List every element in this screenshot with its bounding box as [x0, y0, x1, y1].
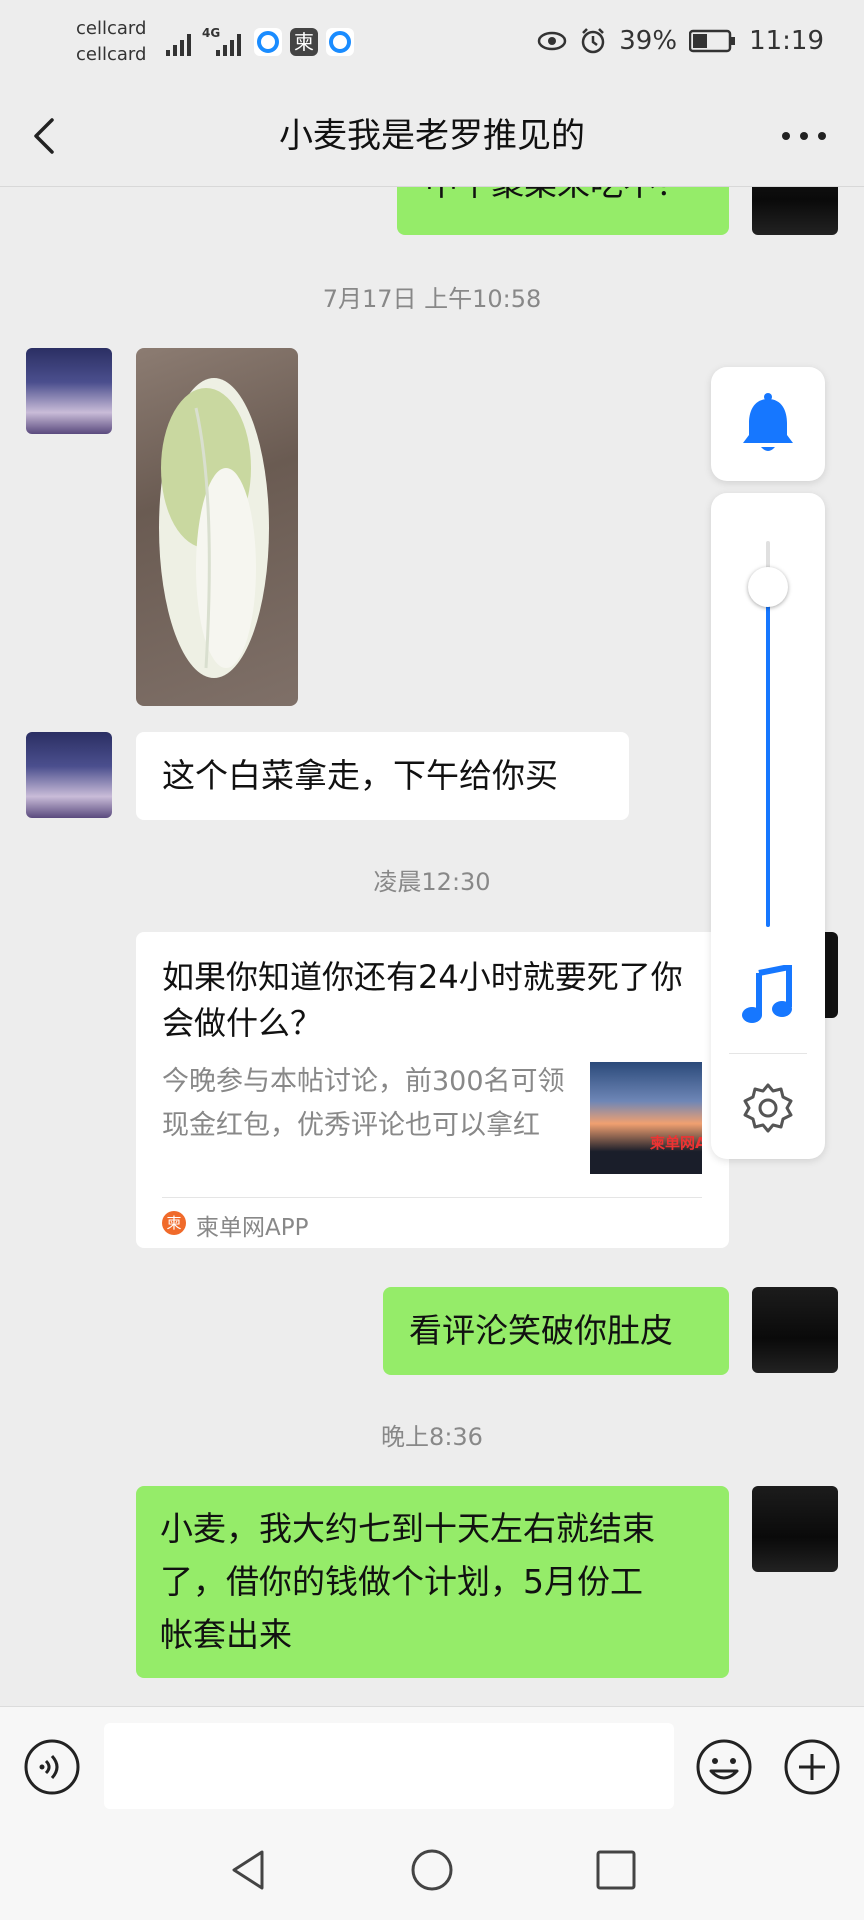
message-bubble-me[interactable]: 看评沦笑破你肚皮 [383, 1287, 729, 1375]
signal-icon-1 [166, 30, 196, 56]
panel-divider [729, 1053, 807, 1054]
volume-slider-thumb[interactable] [748, 567, 788, 608]
nav-back-button[interactable] [224, 1846, 272, 1894]
card-title: 如果你知道你还有24小时就要死了你会做什么？ [162, 958, 683, 1042]
carrier-2: cellcard [76, 44, 147, 65]
volume-fill [766, 587, 770, 927]
card-description: 今晚参与本帖讨论，前300名可领现金红包，优秀评论也可以拿红 [162, 1066, 565, 1141]
message-bubble-me[interactable]: 小麦，我大约七到十天左右就结束 了，借你的钱做个计划，5月份工 帐套出来 [136, 1486, 729, 1678]
nav-home-button[interactable] [408, 1846, 456, 1894]
source-icon: 柬 [162, 1211, 186, 1235]
more-button[interactable] [776, 112, 832, 160]
nav-recents-button[interactable] [592, 1846, 640, 1894]
ringer-mode-button[interactable] [711, 367, 825, 481]
timestamp: 7月17日 上午10:58 [322, 285, 542, 313]
avatar-other[interactable] [26, 732, 112, 818]
plus-circle-icon [784, 1739, 840, 1795]
card-thumbnail: 柬单网A [590, 1062, 702, 1174]
status-bar: cellcard cellcard 4G 柬 39% 11:19 [0, 0, 864, 86]
avatar-me[interactable] [752, 1486, 838, 1572]
link-card[interactable]: 如果你知道你还有24小时就要死了你会做什么？ 今晚参与本帖讨论，前300名可领现… [136, 932, 729, 1248]
chat-header: 小麦我是老罗推见的 [0, 86, 864, 187]
message-text: 这个白菜拿走，下午给你买 [162, 756, 558, 795]
message-text-line-3: 帐套出来 [160, 1615, 292, 1654]
voice-input-button[interactable] [22, 1737, 82, 1797]
message-bubble-partial[interactable]: 中午聚菜来吃不？ [397, 187, 729, 235]
signal-icon-2 [216, 30, 246, 56]
thumbnail-text: 柬单网A [650, 1134, 702, 1152]
timestamp: 晚上8:36 [381, 1423, 483, 1451]
app-badge-icon: 柬 [290, 28, 318, 56]
app-notification-icon-2 [326, 28, 354, 56]
message-bubble-other[interactable]: 这个白菜拿走，下午给你买 [136, 732, 629, 820]
volume-panel [711, 493, 825, 1159]
message-text-line-1: 小麦，我大约七到十天左右就结束 [160, 1509, 655, 1548]
eye-icon [538, 31, 567, 51]
music-note-icon[interactable] [741, 963, 795, 1025]
avatar-other[interactable] [26, 348, 112, 434]
cabbage-image [159, 378, 269, 678]
card-divider [162, 1197, 702, 1198]
settings-gear-icon[interactable] [741, 1081, 795, 1135]
square-recents-icon [596, 1850, 636, 1890]
card-source: 柬单网APP [196, 1215, 309, 1241]
back-button[interactable] [22, 112, 70, 160]
battery-icon [689, 29, 736, 53]
message-text-line-2: 了，借你的钱做个计划，5月份工 [160, 1562, 643, 1601]
app-notification-icon [254, 28, 282, 56]
add-more-button[interactable] [782, 1737, 842, 1797]
emoji-icon [696, 1739, 752, 1795]
emoji-button[interactable] [694, 1737, 754, 1797]
system-navigation-bar [0, 1826, 864, 1920]
image-message-cabbage[interactable] [136, 348, 298, 706]
bell-icon [743, 393, 793, 451]
voice-icon [24, 1739, 80, 1795]
message-text: 看评沦笑破你肚皮 [409, 1311, 673, 1350]
chat-title: 小麦我是老罗推见的 [279, 116, 585, 156]
avatar-me[interactable] [752, 187, 838, 235]
message-text: 中午聚菜来吃不？ [425, 187, 689, 210]
carrier-1: cellcard [76, 18, 147, 39]
battery-percent: 39% [619, 26, 678, 56]
message-input[interactable] [104, 1723, 674, 1809]
circle-home-icon [411, 1849, 453, 1891]
triangle-back-icon [232, 1850, 264, 1890]
more-dots-icon [782, 132, 826, 140]
clock: 11:19 [749, 26, 824, 56]
back-arrow-icon [34, 118, 54, 154]
alarm-icon [582, 28, 605, 54]
avatar-me[interactable] [752, 1287, 838, 1373]
status-right: 39% 11:19 [537, 26, 824, 56]
input-bar [0, 1706, 864, 1827]
